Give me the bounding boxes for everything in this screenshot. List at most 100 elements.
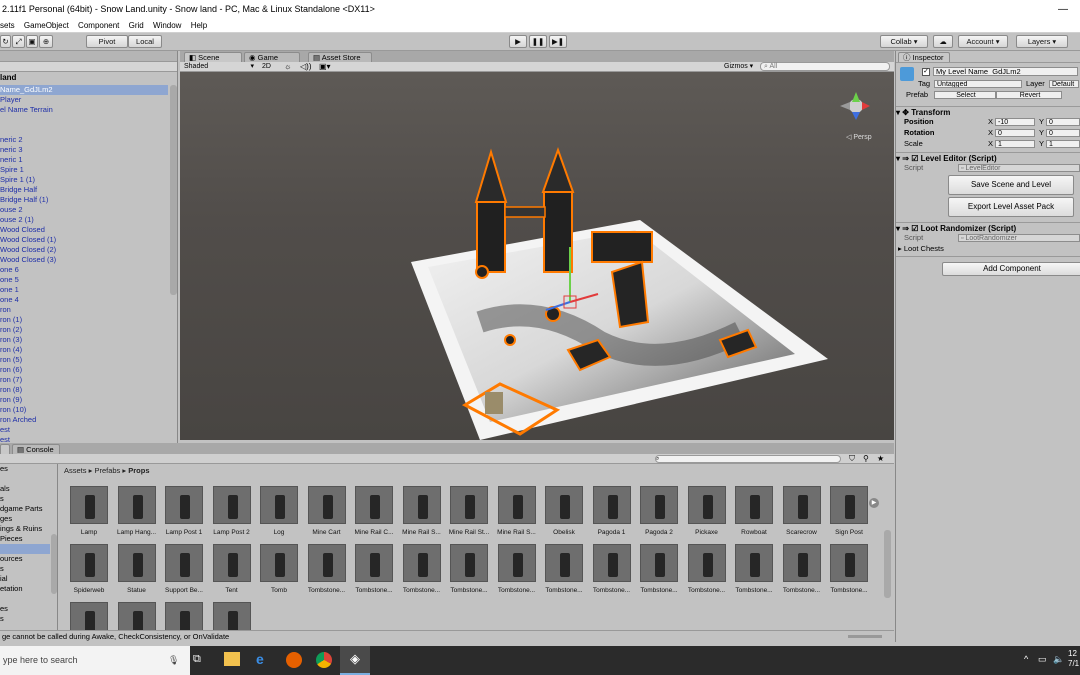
project-folder-item[interactable]: [0, 544, 50, 554]
hierarchy-item[interactable]: ron (4): [0, 345, 22, 355]
asset-item[interactable]: Sign Post: [826, 486, 872, 537]
play-icon[interactable]: ▶: [509, 35, 527, 48]
hierarchy-item[interactable]: neric 3: [0, 145, 23, 155]
chrome-icon[interactable]: [316, 652, 332, 668]
hierarchy-item[interactable]: el Name Terrain: [0, 105, 53, 115]
asset-item[interactable]: Tombstone...: [304, 544, 350, 595]
asset-item[interactable]: Rowboat: [731, 486, 777, 537]
menu-gameobject[interactable]: GameObject: [24, 19, 69, 32]
hierarchy-item[interactable]: neric 1: [0, 155, 23, 165]
loot-chests-foldout[interactable]: ▸ Loot Chests: [898, 244, 944, 254]
project-folder-item[interactable]: ings & Ruins: [0, 524, 42, 534]
network-icon[interactable]: ▭: [1038, 654, 1047, 665]
hierarchy-item[interactable]: Bridge Half (1): [0, 195, 48, 205]
collab-button[interactable]: Collab ▾: [880, 35, 928, 48]
hierarchy-item[interactable]: Wood Closed (2): [0, 245, 56, 255]
account-button[interactable]: Account ▾: [958, 35, 1008, 48]
level-editor-checkbox[interactable]: ☑: [911, 154, 918, 163]
asset-item[interactable]: [161, 602, 207, 630]
prefab-revert-button[interactable]: Revert: [996, 91, 1062, 99]
asset-item[interactable]: [209, 602, 255, 630]
scale-tool-icon[interactable]: ⤢: [12, 35, 25, 48]
layer-dropdown[interactable]: Default: [1049, 80, 1079, 88]
hierarchy-item[interactable]: ouse 2 (1): [0, 215, 34, 225]
transform-tool-icon[interactable]: ⊕: [39, 35, 53, 48]
tag-dropdown[interactable]: Untagged: [934, 80, 1022, 88]
hierarchy-item[interactable]: Bridge Half: [0, 185, 37, 195]
taskbar-search-box[interactable]: ype here to search 🎙: [0, 646, 190, 675]
hierarchy-item[interactable]: ron (10): [0, 405, 26, 415]
effects-icon[interactable]: ▣▾: [319, 62, 331, 71]
project-folder-item[interactable]: etation: [0, 584, 23, 594]
hierarchy-item[interactable]: Player: [0, 95, 21, 105]
clock[interactable]: 12 7/1: [1068, 649, 1079, 669]
tab-project[interactable]: [0, 444, 10, 454]
asset-item[interactable]: Lamp Post 1: [161, 486, 207, 537]
hierarchy-item[interactable]: ron (5): [0, 355, 22, 365]
hierarchy-item[interactable]: ron Arched: [0, 415, 36, 425]
save-scene-level-button[interactable]: Save Scene and Level: [948, 175, 1074, 195]
loot-randomizer-header[interactable]: ▾ ⇒ ☑ Loot Randomizer (Script): [896, 222, 1080, 233]
asset-item[interactable]: Tombstone...: [779, 544, 825, 595]
hierarchy-item[interactable]: ron (6): [0, 365, 22, 375]
hierarchy-item[interactable]: ron (9): [0, 395, 22, 405]
asset-item[interactable]: Tombstone...: [684, 544, 730, 595]
asset-item[interactable]: Pickaxe: [684, 486, 730, 537]
hierarchy-item[interactable]: ron (2): [0, 325, 22, 335]
tray-overflow-icon[interactable]: ^: [1024, 654, 1028, 664]
transform-header[interactable]: ▾ ✥ Transform: [896, 106, 1080, 117]
project-folder-item[interactable]: s: [0, 564, 4, 574]
breadcrumb-prefabs[interactable]: Prefabs: [94, 466, 120, 475]
add-component-button[interactable]: Add Component: [942, 262, 1080, 276]
asset-item[interactable]: Tombstone...: [351, 544, 397, 595]
hierarchy-scrollbar[interactable]: [170, 85, 177, 295]
asset-item[interactable]: [114, 602, 160, 630]
asset-item[interactable]: Support Be...: [161, 544, 207, 595]
hierarchy-item[interactable]: one 6: [0, 265, 19, 275]
asset-item[interactable]: Tombstone...: [589, 544, 635, 595]
project-folder-scrollbar[interactable]: [51, 534, 57, 594]
asset-item[interactable]: Mine Rail C...: [351, 486, 397, 537]
hierarchy-item[interactable]: ron (8): [0, 385, 22, 395]
asset-item[interactable]: Pagoda 2: [636, 486, 682, 537]
asset-item[interactable]: Tombstone...: [494, 544, 540, 595]
favorite-icon[interactable]: ★: [877, 454, 884, 463]
asset-item[interactable]: Tomb: [256, 544, 302, 595]
project-folder-item[interactable]: als: [0, 484, 10, 494]
step-icon[interactable]: ▶❚: [549, 35, 567, 48]
asset-item[interactable]: Lamp Post 2: [209, 486, 255, 537]
asset-item[interactable]: Tombstone...: [731, 544, 777, 595]
level-editor-script-field[interactable]: ▫ LevelEditor: [958, 164, 1080, 172]
project-folder-item[interactable]: dgame Parts: [0, 504, 43, 514]
asset-item[interactable]: Tombstone...: [399, 544, 445, 595]
task-view-icon[interactable]: ⧉: [193, 653, 201, 666]
filter-by-type-icon[interactable]: ⛉: [849, 454, 855, 463]
volume-icon[interactable]: 🔈: [1053, 654, 1064, 665]
asset-item[interactable]: Mine Rail St...: [446, 486, 492, 537]
orientation-gizmo[interactable]: [840, 92, 870, 120]
rotation-y-field[interactable]: 0: [1046, 129, 1080, 137]
asset-item[interactable]: Scarecrow: [779, 486, 825, 537]
persp-label[interactable]: ◁ Persp: [846, 133, 872, 141]
menu-help[interactable]: Help: [191, 19, 207, 32]
hierarchy-item[interactable]: neric 2: [0, 135, 23, 145]
tab-asset-store[interactable]: ▤ Asset Store: [308, 52, 372, 62]
asset-item[interactable]: Tent: [209, 544, 255, 595]
rotation-x-field[interactable]: 0: [995, 129, 1035, 137]
asset-item[interactable]: Log: [256, 486, 302, 537]
asset-item[interactable]: Mine Cart: [304, 486, 350, 537]
menu-window[interactable]: Window: [153, 19, 181, 32]
level-editor-header[interactable]: ▾ ⇒ ☑ Level Editor (Script): [896, 152, 1080, 163]
project-folder-item[interactable]: ources: [0, 554, 23, 564]
position-y-field[interactable]: 0: [1046, 118, 1080, 126]
shading-dropdown[interactable]: Shaded ▾: [184, 62, 256, 71]
hierarchy-item[interactable]: ron: [0, 305, 11, 315]
project-folder-item[interactable]: s: [0, 494, 4, 504]
rect-tool-icon[interactable]: ▣: [26, 35, 38, 48]
active-checkbox[interactable]: ✓: [922, 68, 930, 76]
lighting-icon[interactable]: ☼: [284, 62, 291, 71]
hierarchy-item[interactable]: Wood Closed (1): [0, 235, 56, 245]
hierarchy-item[interactable]: Wood Closed (3): [0, 255, 56, 265]
gizmos-dropdown[interactable]: Gizmos ▾: [724, 62, 753, 71]
asset-size-slider[interactable]: [848, 635, 882, 638]
